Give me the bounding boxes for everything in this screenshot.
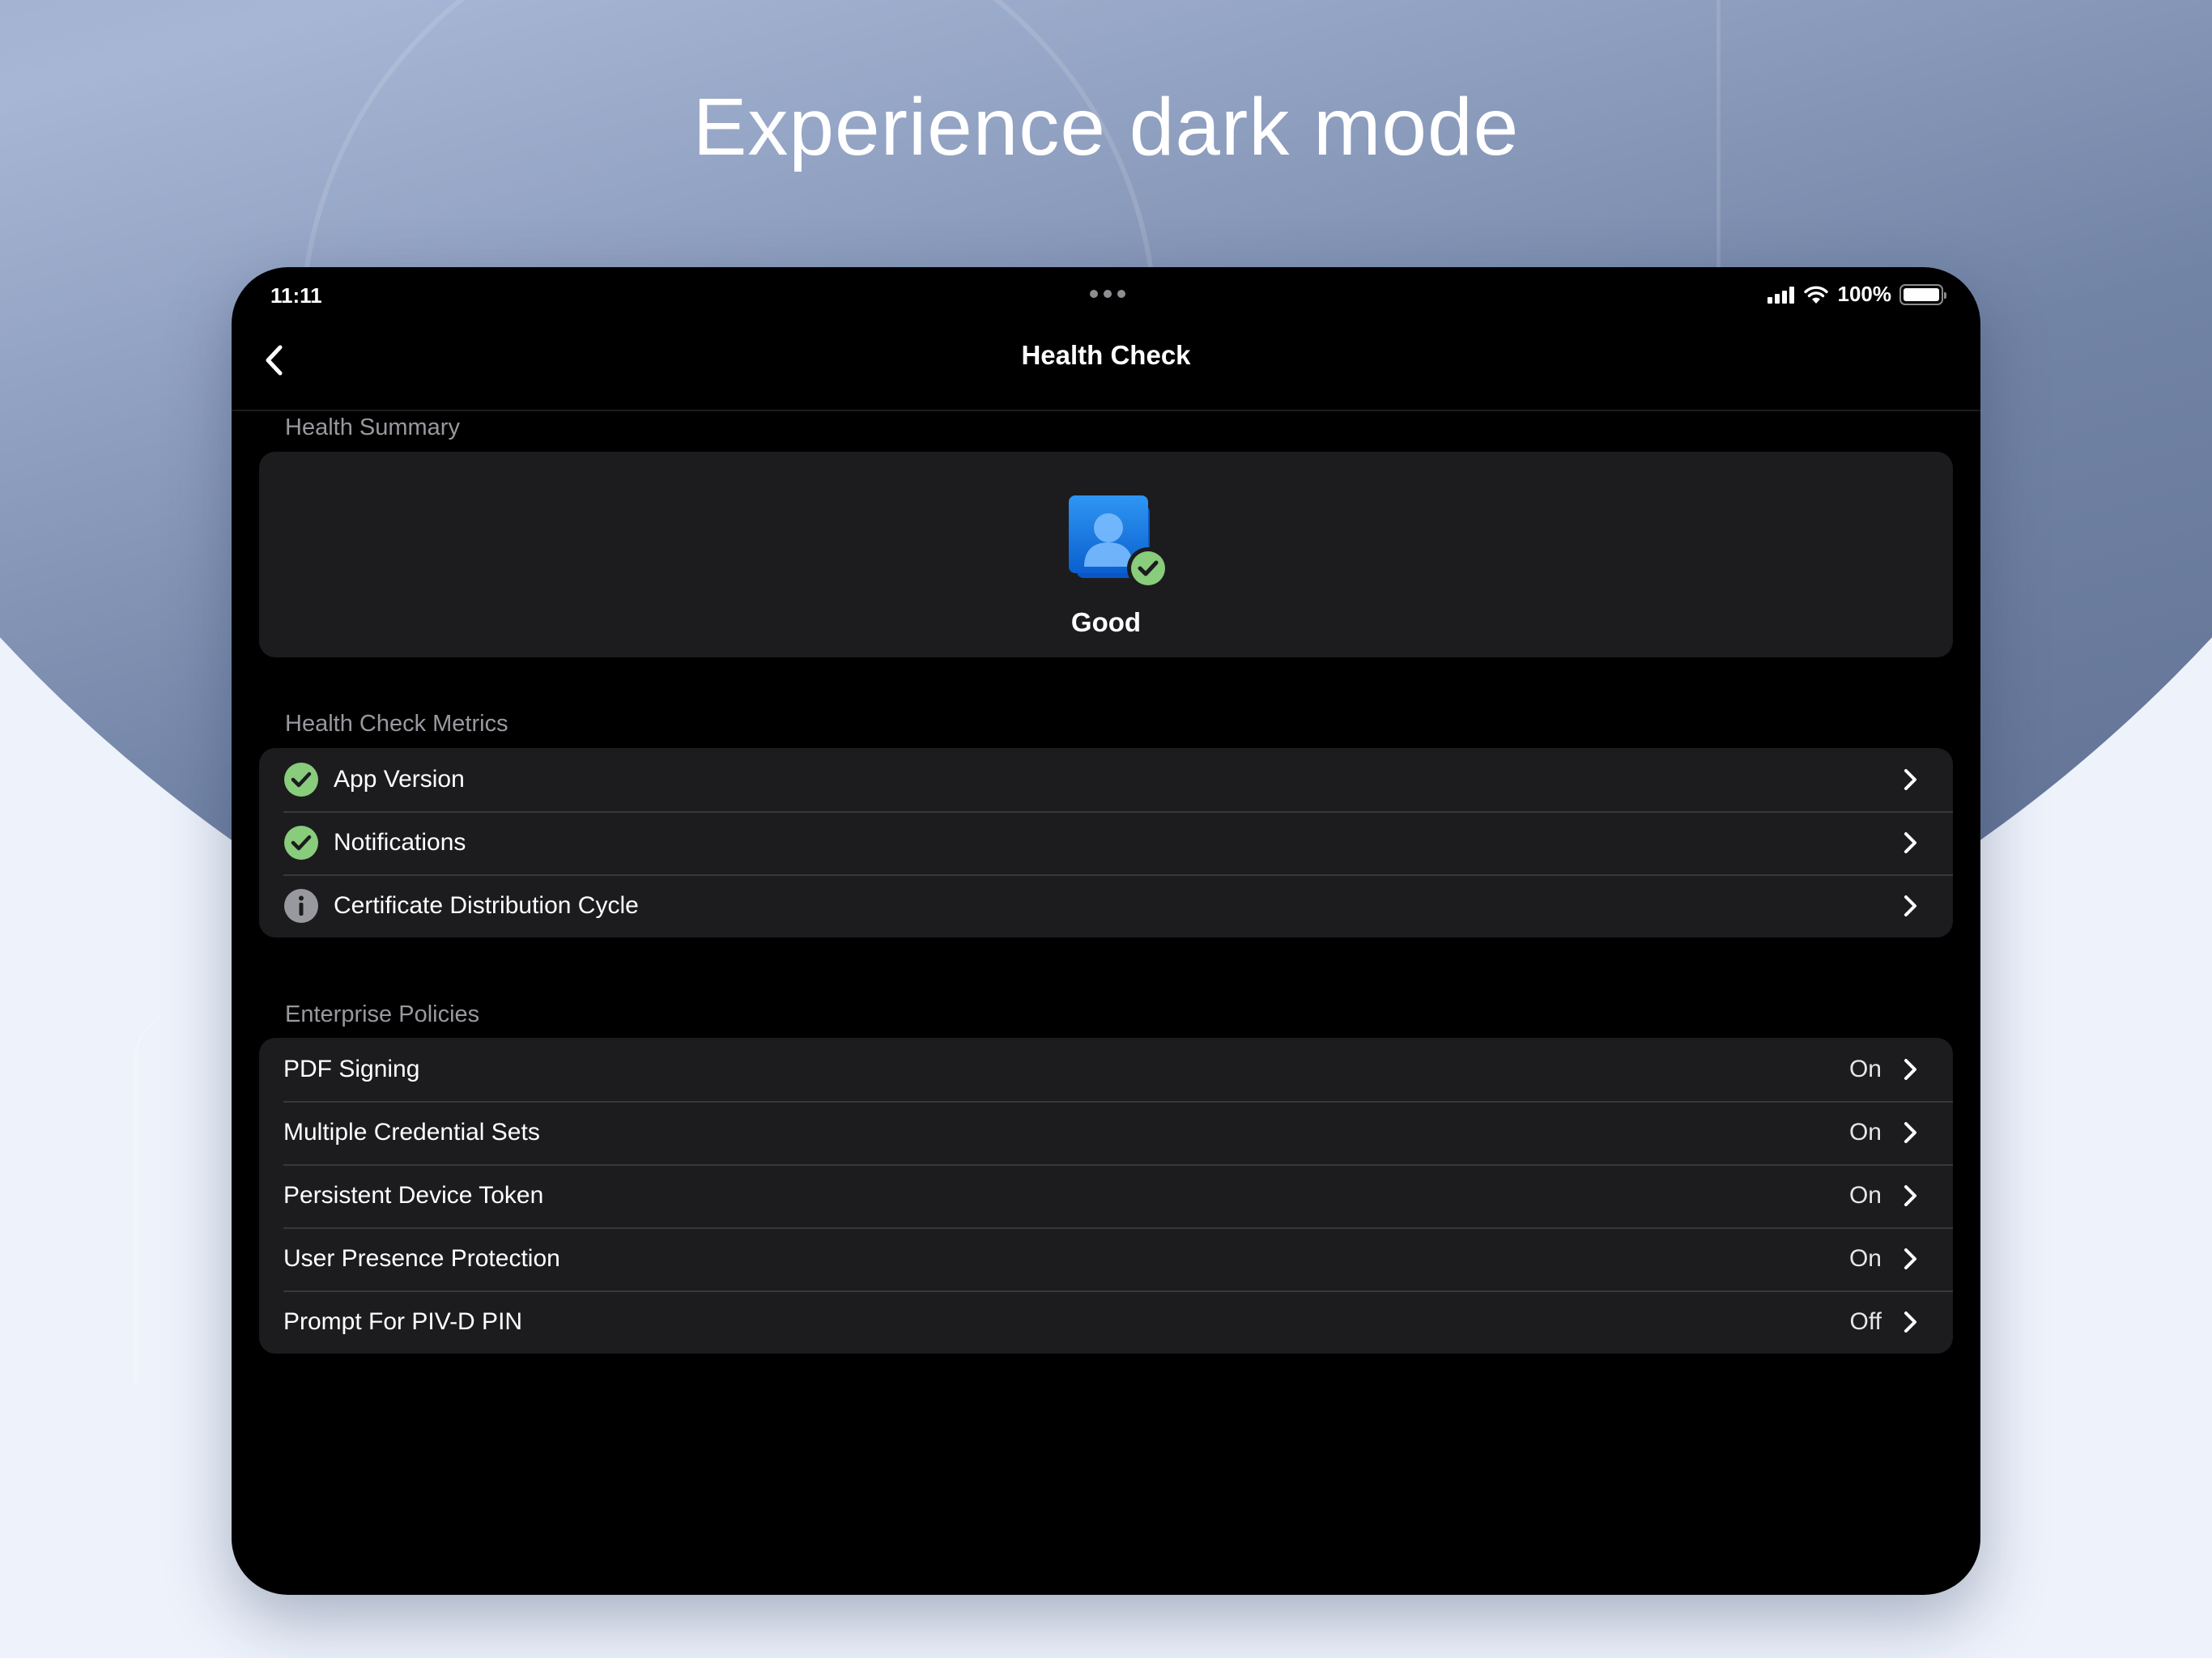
policy-row-pdf-signing[interactable]: PDF Signing On	[259, 1038, 1953, 1101]
metrics-list: App Version Notifications Certificate Di…	[259, 748, 1953, 937]
chevron-right-icon	[1904, 1248, 1916, 1269]
policy-row-user-presence-protection[interactable]: User Presence Protection On	[259, 1227, 1953, 1290]
metric-row-app-version[interactable]: App Version	[259, 748, 1953, 811]
metric-label: Certificate Distribution Cycle	[334, 892, 639, 919]
policy-label: Prompt For PIV-D PIN	[283, 1308, 523, 1335]
policy-row-multiple-credential-sets[interactable]: Multiple Credential Sets On	[259, 1101, 1953, 1164]
policy-value: On	[1848, 1245, 1882, 1272]
policy-value: Off	[1849, 1308, 1882, 1335]
policy-row-prompt-for-piv-d-pin[interactable]: Prompt For PIV-D PIN Off	[259, 1290, 1953, 1354]
background-device-outline	[134, 1012, 198, 1384]
metric-row-notifications[interactable]: Notifications	[259, 811, 1953, 874]
chevron-right-icon	[1904, 1122, 1916, 1143]
profile-check-icon	[1069, 495, 1169, 589]
info-circle-icon	[284, 889, 318, 923]
metric-label: Notifications	[334, 829, 466, 856]
policy-value: On	[1848, 1119, 1882, 1146]
policy-label: Multiple Credential Sets	[283, 1119, 540, 1146]
wifi-icon	[1803, 286, 1828, 304]
policy-label: Persistent Device Token	[283, 1182, 544, 1209]
policy-value: On	[1848, 1182, 1882, 1209]
tablet-screen: 11:11 100% Health Check Health Summary G…	[232, 267, 1980, 1595]
battery-percentage: 100%	[1837, 282, 1892, 306]
battery-level-fill	[1904, 287, 1939, 301]
check-circle-icon	[284, 763, 318, 797]
policy-label: User Presence Protection	[283, 1245, 560, 1272]
page-title: Health Check	[1021, 340, 1191, 370]
enterprise-policies-list: PDF Signing On Multiple Credential Sets …	[259, 1038, 1953, 1354]
status-bar: 11:11 100%	[232, 267, 1980, 324]
chevron-right-icon	[1904, 1185, 1916, 1206]
chevron-right-icon	[1904, 1312, 1916, 1333]
status-indicators: 100%	[1767, 282, 1946, 307]
metric-label: App Version	[334, 766, 465, 793]
chevron-right-icon	[1904, 832, 1916, 853]
marketing-headline: Experience dark mode	[692, 82, 1520, 172]
cellular-signal-icon	[1767, 286, 1794, 304]
chevron-right-icon	[1904, 769, 1916, 790]
battery-icon	[1899, 283, 1946, 305]
policy-row-persistent-device-token[interactable]: Persistent Device Token On	[259, 1164, 1953, 1227]
health-summary-card: Good	[259, 452, 1953, 657]
metric-row-certificate-distribution-cycle[interactable]: Certificate Distribution Cycle	[259, 874, 1953, 937]
policy-label: PDF Signing	[283, 1056, 420, 1082]
section-header-health-summary: Health Summary	[285, 414, 460, 440]
health-status-text: Good	[1070, 607, 1142, 637]
chevron-right-icon	[1904, 895, 1916, 916]
section-header-metrics: Health Check Metrics	[285, 711, 508, 737]
section-header-enterprise-policies: Enterprise Policies	[285, 1001, 480, 1027]
policy-value: On	[1848, 1056, 1882, 1082]
chevron-right-icon	[1904, 1059, 1916, 1080]
status-time: 11:11	[270, 283, 322, 308]
multitasking-dots-icon[interactable]	[1090, 290, 1125, 298]
navigation-bar: Health Check	[232, 324, 1980, 411]
check-circle-icon	[284, 826, 318, 860]
